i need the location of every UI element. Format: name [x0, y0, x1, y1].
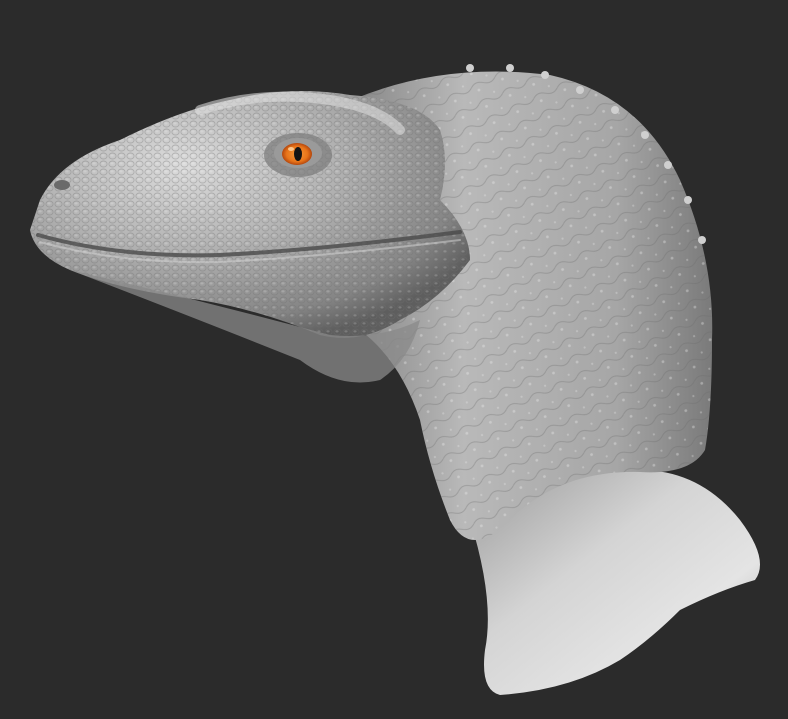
eye — [282, 143, 312, 165]
nostril — [54, 180, 70, 190]
eye-pupil — [294, 147, 302, 161]
sculpt-viewport[interactable] — [0, 0, 788, 719]
sculpt-render[interactable] — [0, 0, 788, 719]
